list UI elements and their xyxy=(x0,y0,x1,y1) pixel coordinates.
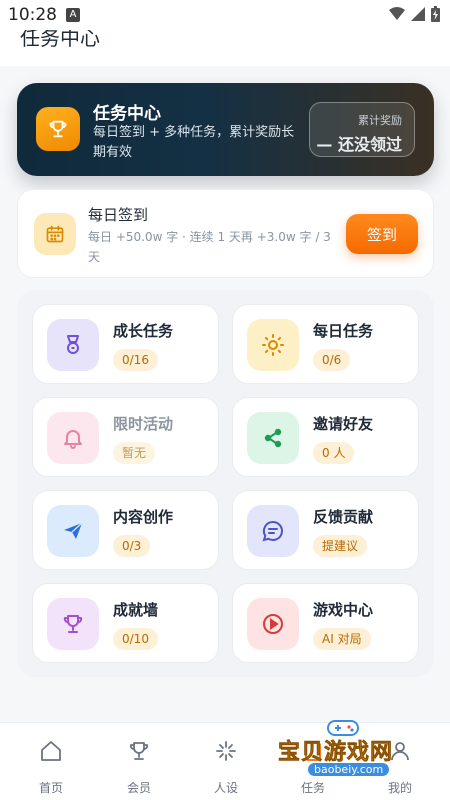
task-tile-achievements[interactable]: 成就墙 0/10 xyxy=(32,583,219,663)
task-title: 反馈贡献 xyxy=(313,508,374,526)
task-title: 游戏中心 xyxy=(313,601,374,619)
task-progress-badge: 0/3 xyxy=(113,535,151,557)
nav-persona[interactable]: 人设 xyxy=(181,723,271,800)
calendar-icon xyxy=(34,213,76,255)
bell-icon xyxy=(47,412,99,464)
watermark-url: baobeiy.com xyxy=(308,763,390,776)
chat-bubble-icon xyxy=(247,505,299,557)
task-tile-daily[interactable]: 每日任务 0/6 xyxy=(232,304,419,384)
task-progress-badge: AI 对局 xyxy=(313,628,371,650)
site-watermark: 宝贝游戏网 baobeiy.com xyxy=(272,716,422,788)
task-grid: 成长任务 0/16 每日任务 0/6 限时活动 暂无 邀请好友 0 人 内容创作… xyxy=(17,290,434,677)
task-progress-badge: 提建议 xyxy=(313,535,368,557)
task-tile-growth[interactable]: 成长任务 0/16 xyxy=(32,304,219,384)
reward-label: 累计奖励 xyxy=(358,114,402,127)
trophy-icon xyxy=(47,598,99,650)
task-title: 成就墙 xyxy=(113,601,159,619)
cumulative-reward[interactable]: 累计奖励 — 还没领过 xyxy=(309,102,415,157)
task-progress-badge: 0/6 xyxy=(313,349,351,371)
task-title: 限时活动 xyxy=(113,415,174,433)
status-icons xyxy=(389,6,440,22)
nav-label: 人设 xyxy=(213,781,238,795)
task-tile-game-center[interactable]: 游戏中心 AI 对局 xyxy=(232,583,419,663)
status-bar: 10:28 A xyxy=(0,0,450,30)
trophy-icon xyxy=(36,107,80,151)
checkin-button[interactable]: 签到 xyxy=(346,214,418,254)
nav-label: 会员 xyxy=(126,781,151,795)
task-title: 成长任务 xyxy=(113,322,174,340)
home-icon xyxy=(41,741,61,761)
task-title: 内容创作 xyxy=(113,508,174,526)
hero-banner: 任务中心 每日签到 + 多种任务，累计奖励长期有效 累计奖励 — 还没领过 xyxy=(17,83,434,176)
task-progress-badge: 0/16 xyxy=(113,349,158,371)
nav-membership[interactable]: 会员 xyxy=(94,723,184,800)
task-progress-badge: 暂无 xyxy=(113,442,156,464)
checkin-description: 每日 +50.0w 字 · 连续 1 天再 +3.0w 字 / 3 天 xyxy=(88,230,331,264)
task-title: 每日任务 xyxy=(313,322,374,340)
share-icon xyxy=(247,412,299,464)
sparkle-icon xyxy=(216,741,236,761)
task-tile-invite[interactable]: 邀请好友 0 人 xyxy=(232,397,419,477)
task-progress-badge: 0 人 xyxy=(313,442,355,464)
play-icon xyxy=(247,598,299,650)
medal-icon xyxy=(47,319,99,371)
status-time: 10:28 xyxy=(8,5,57,25)
nav-label: 首页 xyxy=(38,781,63,795)
task-tile-limited-event[interactable]: 限时活动 暂无 xyxy=(32,397,219,477)
trophy-icon xyxy=(129,742,149,760)
notification-icon: A xyxy=(66,8,80,22)
battery-icon xyxy=(431,6,440,22)
wifi-icon xyxy=(389,7,405,20)
watermark-text: 宝贝游戏网 xyxy=(278,740,394,766)
paper-plane-icon xyxy=(47,505,99,557)
nav-home[interactable]: 首页 xyxy=(6,723,96,800)
task-tile-feedback[interactable]: 反馈贡献 提建议 xyxy=(232,490,419,570)
task-tile-content-creation[interactable]: 内容创作 0/3 xyxy=(32,490,219,570)
task-progress-badge: 0/10 xyxy=(113,628,158,650)
hero-title: 任务中心 xyxy=(93,104,161,124)
sun-icon xyxy=(247,319,299,371)
hero-subtitle: 每日签到 + 多种任务，累计奖励长期有效 xyxy=(93,125,295,160)
checkin-title: 每日签到 xyxy=(88,206,149,224)
signal-icon xyxy=(411,7,425,21)
daily-checkin-card: 每日签到 每日 +50.0w 字 · 连续 1 天再 +3.0w 字 / 3 天… xyxy=(17,189,434,278)
reward-value: — 还没领过 xyxy=(316,135,402,154)
task-title: 邀请好友 xyxy=(313,415,374,433)
